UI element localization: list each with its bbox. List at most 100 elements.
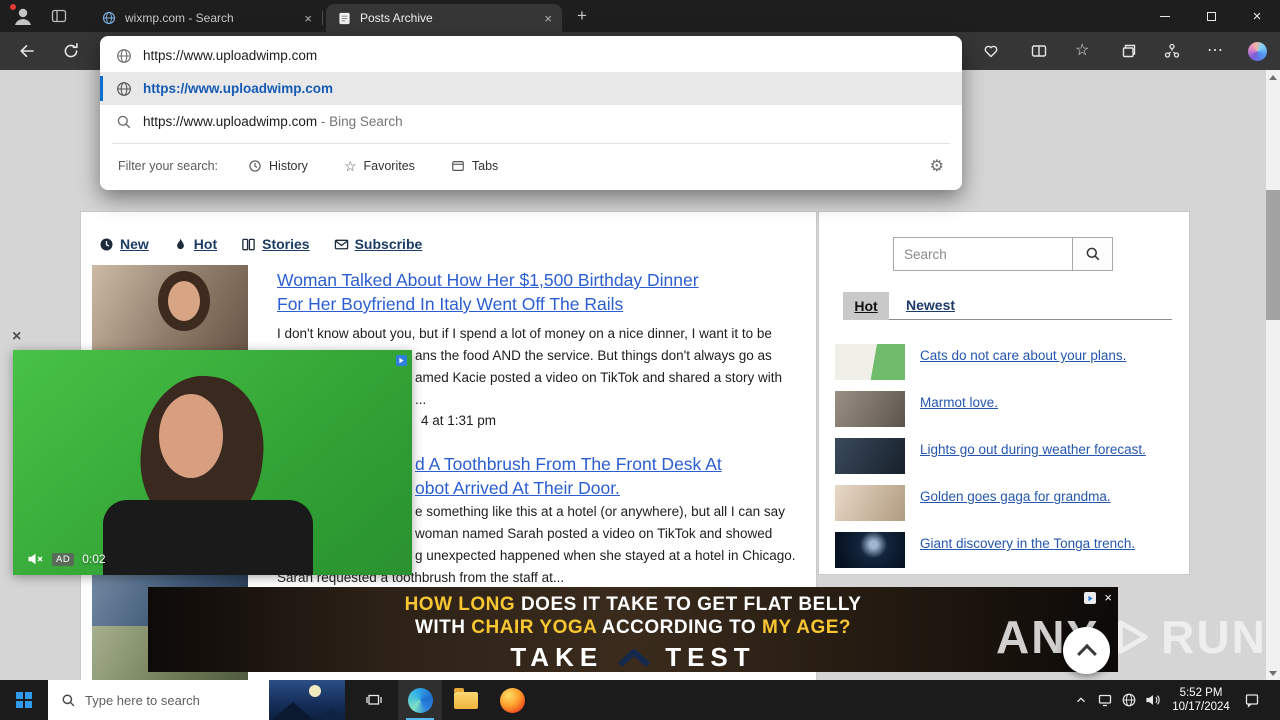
- back-button[interactable]: [18, 42, 36, 60]
- extensions-icon[interactable]: [1163, 42, 1181, 60]
- favorites-icon[interactable]: ☆: [1075, 42, 1093, 60]
- file-explorer-icon: [454, 687, 478, 709]
- taskbar-search[interactable]: [48, 680, 345, 720]
- list-item-link[interactable]: Giant discovery in the Tonga trench.: [920, 535, 1172, 552]
- arrow-up-icon: [618, 648, 651, 667]
- article1-title-link[interactable]: Woman Talked About How Her $1,500 Birthd…: [277, 268, 817, 316]
- ad-close-icon[interactable]: ×: [1104, 590, 1112, 605]
- sidebar-search-button[interactable]: [1072, 237, 1113, 271]
- scroll-to-top-button[interactable]: [1063, 627, 1110, 674]
- settings-gear-icon[interactable]: ⚙: [930, 156, 944, 176]
- refresh-button[interactable]: [62, 42, 80, 60]
- globe-favicon-icon: [102, 11, 116, 25]
- window-controls: ×: [1142, 0, 1280, 32]
- list-item-link[interactable]: Lights go out during weather forecast.: [920, 441, 1172, 458]
- search-icon: [62, 694, 75, 706]
- clock-icon: [100, 238, 113, 250]
- page-nav: New Hot Stories Subscribe: [99, 236, 422, 252]
- nav-link-hot[interactable]: Hot: [173, 236, 217, 252]
- sidebar-tab-newest[interactable]: Newest: [906, 297, 955, 313]
- maximize-button[interactable]: [1188, 0, 1234, 32]
- tab-actions-icon[interactable]: [50, 7, 68, 25]
- chevron-up-icon: [1076, 643, 1097, 664]
- filter-history-button[interactable]: History: [248, 159, 308, 173]
- list-item-link[interactable]: Cats do not care about your plans.: [920, 347, 1172, 364]
- title-line: For Her Boyfriend In Italy Went Off The …: [277, 294, 624, 314]
- scrollbar-thumb[interactable]: [1266, 190, 1280, 320]
- scrollbar-down-arrow[interactable]: [1266, 666, 1280, 680]
- chip-label: History: [269, 159, 308, 173]
- copilot-icon[interactable]: [1248, 42, 1267, 61]
- browser-essentials-icon[interactable]: [982, 42, 1000, 60]
- adchoices-icon[interactable]: [1084, 592, 1096, 604]
- list-item-link[interactable]: Golden goes gaga for grandma.: [920, 488, 1172, 505]
- banner-cta[interactable]: TAKE TEST: [510, 642, 755, 673]
- action-center-button[interactable]: [1238, 680, 1266, 720]
- video-close-icon[interactable]: ×: [12, 328, 21, 346]
- filter-favorites-button[interactable]: ☆ Favorites: [344, 158, 415, 175]
- video-ad-player[interactable]: AD 0:02: [13, 350, 412, 575]
- omnibox-panel: https://www.uploadwimp.com https://www.u…: [100, 36, 962, 190]
- tray-volume-icon[interactable]: [1142, 680, 1164, 720]
- adchoices-icon[interactable]: [396, 355, 407, 366]
- tab-close-icon[interactable]: ×: [304, 11, 312, 26]
- article1-thumbnail[interactable]: [92, 265, 248, 355]
- new-tab-button[interactable]: +: [572, 6, 592, 26]
- suggestion-url[interactable]: https://www.uploadwimp.com: [100, 72, 962, 105]
- list-item-thumbnail[interactable]: [835, 391, 905, 427]
- nav-label: Stories: [262, 236, 310, 252]
- mute-icon[interactable]: [27, 552, 44, 566]
- search-highlight-image[interactable]: [269, 680, 345, 720]
- banner-text: WITH: [414, 617, 472, 638]
- action-center-icon: [1245, 694, 1259, 708]
- tab-title: wixmp.com - Search: [125, 11, 234, 25]
- taskbar-clock[interactable]: 5:52 PM 10/17/2024: [1166, 680, 1236, 720]
- taskbar-search-input[interactable]: [85, 692, 235, 708]
- page-scrollbar[interactable]: [1266, 70, 1280, 680]
- close-window-button[interactable]: ×: [1234, 0, 1280, 32]
- tab-close-icon[interactable]: ×: [544, 11, 552, 26]
- profile-avatar[interactable]: [9, 3, 35, 28]
- article1-date: 4 at 1:31 pm: [421, 413, 497, 428]
- sidebar-search-input[interactable]: [893, 237, 1073, 271]
- video-controls: AD 0:02: [27, 552, 106, 566]
- clock-time: 5:52 PM: [1179, 687, 1223, 699]
- mountain-graphic: [303, 708, 345, 720]
- nav-link-stories[interactable]: Stories: [241, 236, 310, 252]
- list-item-thumbnail[interactable]: [835, 532, 905, 568]
- list-item-link[interactable]: Marmot love.: [920, 394, 1172, 411]
- star-icon: ☆: [343, 157, 357, 174]
- address-bar[interactable]: https://www.uploadwimp.com: [100, 39, 962, 72]
- minimize-button[interactable]: [1142, 0, 1188, 32]
- taskbar-edge-button[interactable]: [398, 680, 442, 720]
- nav-link-subscribe[interactable]: Subscribe: [334, 236, 422, 252]
- chevron-up-icon: [1077, 697, 1085, 703]
- search-suffix-text: - Bing Search: [317, 114, 403, 129]
- start-button[interactable]: [0, 680, 48, 720]
- ad-badge: AD: [52, 552, 75, 566]
- banner-ad[interactable]: HOW LONG DOES IT TAKE TO GET FLAT BELLY …: [148, 587, 1118, 672]
- browser-tab-1[interactable]: wixmp.com - Search ×: [90, 4, 322, 32]
- collections-icon[interactable]: [1119, 42, 1137, 60]
- list-item-thumbnail[interactable]: [835, 344, 905, 380]
- settings-menu-icon[interactable]: ⋯: [1207, 42, 1225, 60]
- tray-monitor-icon[interactable]: [1094, 680, 1116, 720]
- list-item-thumbnail[interactable]: [835, 485, 905, 521]
- tray-network-icon[interactable]: [1118, 680, 1140, 720]
- split-screen-icon[interactable]: [1030, 42, 1048, 60]
- banner-text: CHAIR YOGA: [471, 617, 597, 638]
- sidebar-tab-hot[interactable]: Hot: [843, 292, 889, 320]
- list-item-thumbnail[interactable]: [835, 438, 905, 474]
- history-clock-icon: [249, 160, 261, 172]
- tabs-icon: [452, 161, 464, 171]
- tray-show-hidden-icons[interactable]: [1070, 680, 1092, 720]
- filter-tabs-button[interactable]: Tabs: [451, 159, 498, 173]
- taskbar-explorer-button[interactable]: [444, 680, 488, 720]
- browser-tab-2[interactable]: Posts Archive ×: [326, 4, 562, 32]
- suggestion-search[interactable]: https://www.uploadwimp.com - Bing Search: [100, 105, 962, 138]
- task-view-button[interactable]: [352, 680, 396, 720]
- taskbar-firefox-button[interactable]: [490, 680, 534, 720]
- scrollbar-up-arrow[interactable]: [1266, 70, 1280, 84]
- nav-link-new[interactable]: New: [99, 236, 149, 252]
- banner-line-1: HOW LONG DOES IT TAKE TO GET FLAT BELLY: [405, 593, 862, 616]
